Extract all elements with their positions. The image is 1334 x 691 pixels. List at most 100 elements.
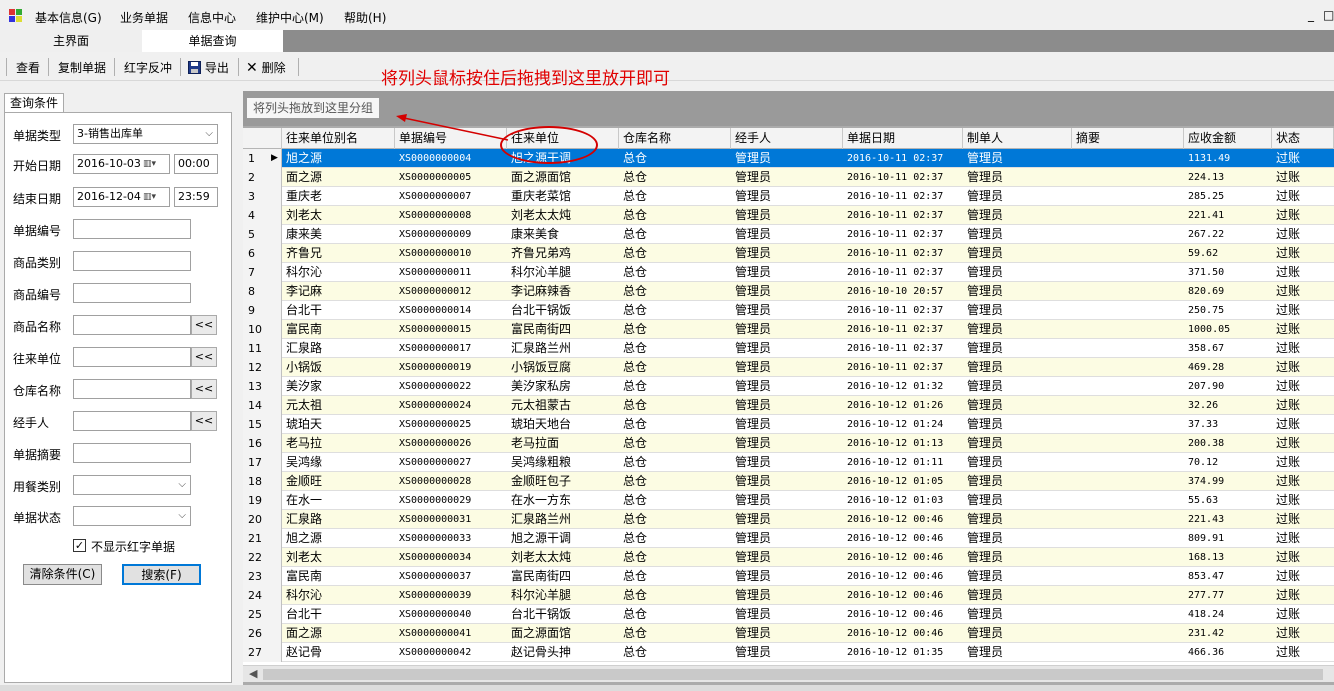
menu-info-center[interactable]: 信息中心 bbox=[188, 9, 236, 26]
product-name-input[interactable] bbox=[73, 315, 191, 335]
table-row[interactable]: 8 李记麻 XS0000000012 李记麻辣香 总仓 管理员 2016-10-10 20:… bbox=[243, 282, 1334, 301]
table-row[interactable]: 21 旭之源 XS0000000033 旭之源干调 总仓 管理员 2016-10-12 00… bbox=[243, 529, 1334, 548]
partner-cell[interactable]: 重庆老菜馆 bbox=[507, 187, 619, 206]
receivable-cell[interactable]: 168.13 bbox=[1184, 548, 1272, 567]
summary-cell[interactable] bbox=[1072, 643, 1184, 662]
summary-cell[interactable] bbox=[1072, 168, 1184, 187]
doc-date-cell[interactable]: 2016-10-12 00:46 bbox=[843, 548, 963, 567]
handler-cell[interactable]: 管理员 bbox=[731, 529, 843, 548]
partner-alias-cell[interactable]: 科尔沁 bbox=[282, 263, 395, 282]
doc-date-cell[interactable]: 2016-10-11 02:37 bbox=[843, 225, 963, 244]
handler-cell[interactable]: 管理员 bbox=[731, 377, 843, 396]
row-number[interactable]: 20 bbox=[243, 510, 282, 529]
status-cell[interactable]: 过账 bbox=[1272, 187, 1334, 206]
doc-date-cell[interactable]: 2016-10-12 01:13 bbox=[843, 434, 963, 453]
table-row[interactable]: 24 科尔沁 XS0000000039 科尔沁羊腿 总仓 管理员 2016-10-12 00… bbox=[243, 586, 1334, 605]
table-row[interactable]: 5 康来美 XS0000000009 康来美食 总仓 管理员 2016-10-11 02:3… bbox=[243, 225, 1334, 244]
doc-date-cell[interactable]: 2016-10-12 00:46 bbox=[843, 529, 963, 548]
summary-cell[interactable] bbox=[1072, 529, 1184, 548]
table-row[interactable]: 20 汇泉路 XS0000000031 汇泉路兰州 总仓 管理员 2016-10-12 00… bbox=[243, 510, 1334, 529]
handler-cell[interactable]: 管理员 bbox=[731, 149, 843, 168]
row-number[interactable]: 16 bbox=[243, 434, 282, 453]
menu-maintenance[interactable]: 维护中心(M) bbox=[256, 9, 324, 26]
doc-date-cell[interactable]: 2016-10-11 02:37 bbox=[843, 206, 963, 225]
warehouse-cell[interactable]: 总仓 bbox=[619, 472, 731, 491]
receivable-cell[interactable]: 469.28 bbox=[1184, 358, 1272, 377]
row-number[interactable]: 13 bbox=[243, 377, 282, 396]
receivable-cell[interactable]: 809.91 bbox=[1184, 529, 1272, 548]
col-receivable-header[interactable]: 应收金额 bbox=[1184, 128, 1272, 149]
partner-alias-cell[interactable]: 刘老太 bbox=[282, 206, 395, 225]
row-number[interactable]: 9 bbox=[243, 301, 282, 320]
row-number[interactable]: 22 bbox=[243, 548, 282, 567]
doc-type-select[interactable]: 3-销售出库单 ⌵ bbox=[73, 124, 218, 144]
summary-cell[interactable] bbox=[1072, 301, 1184, 320]
summary-cell[interactable] bbox=[1072, 358, 1184, 377]
doc-no-input[interactable] bbox=[73, 219, 191, 239]
creator-cell[interactable]: 管理员 bbox=[963, 643, 1072, 662]
handler-cell[interactable]: 管理员 bbox=[731, 624, 843, 643]
maximize-button[interactable]: □ bbox=[1323, 8, 1334, 22]
doc-date-cell[interactable]: 2016-10-12 01:32 bbox=[843, 377, 963, 396]
creator-cell[interactable]: 管理员 bbox=[963, 225, 1072, 244]
table-row[interactable]: 3 重庆老 XS0000000007 重庆老菜馆 总仓 管理员 2016-10-11 02:… bbox=[243, 187, 1334, 206]
col-doc-date-header[interactable]: 单据日期 bbox=[843, 128, 963, 149]
summary-cell[interactable] bbox=[1072, 377, 1184, 396]
handler-cell[interactable]: 管理员 bbox=[731, 301, 843, 320]
col-status-header[interactable]: 状态 bbox=[1272, 128, 1334, 149]
handler-cell[interactable]: 管理员 bbox=[731, 206, 843, 225]
partner-alias-cell[interactable]: 在水一 bbox=[282, 491, 395, 510]
row-number[interactable]: 4 bbox=[243, 206, 282, 225]
warehouse-cell[interactable]: 总仓 bbox=[619, 358, 731, 377]
summary-cell[interactable] bbox=[1072, 206, 1184, 225]
doc-date-cell[interactable]: 2016-10-11 02:37 bbox=[843, 149, 963, 168]
receivable-cell[interactable]: 32.26 bbox=[1184, 396, 1272, 415]
table-row[interactable]: 17 吴鸿缘 XS0000000027 吴鸿缘粗粮 总仓 管理员 2016-10-12 01… bbox=[243, 453, 1334, 472]
receivable-cell[interactable]: 1000.05 bbox=[1184, 320, 1272, 339]
summary-cell[interactable] bbox=[1072, 415, 1184, 434]
warehouse-cell[interactable]: 总仓 bbox=[619, 453, 731, 472]
row-number[interactable]: 24 bbox=[243, 586, 282, 605]
minimize-button[interactable]: _ bbox=[1308, 8, 1314, 22]
row-number[interactable]: 25 bbox=[243, 605, 282, 624]
summary-cell[interactable] bbox=[1072, 510, 1184, 529]
handler-cell[interactable]: 管理员 bbox=[731, 225, 843, 244]
table-row[interactable]: 12 小锅饭 XS0000000019 小锅饭豆腐 总仓 管理员 2016-10-11 02… bbox=[243, 358, 1334, 377]
partner-cell[interactable]: 面之源面馆 bbox=[507, 168, 619, 187]
summary-cell[interactable] bbox=[1072, 263, 1184, 282]
row-number[interactable]: 19 bbox=[243, 491, 282, 510]
table-row[interactable]: 16 老马拉 XS0000000026 老马拉面 总仓 管理员 2016-10-12 01:… bbox=[243, 434, 1334, 453]
receivable-cell[interactable]: 1131.49 bbox=[1184, 149, 1272, 168]
partner-cell[interactable]: 汇泉路兰州 bbox=[507, 510, 619, 529]
partner-alias-cell[interactable]: 元太祖 bbox=[282, 396, 395, 415]
row-number[interactable]: 2 bbox=[243, 168, 282, 187]
status-cell[interactable]: 过账 bbox=[1272, 605, 1334, 624]
partner-cell[interactable]: 李记麻辣香 bbox=[507, 282, 619, 301]
calendar-icon[interactable]: ▥▾ bbox=[143, 155, 167, 173]
table-row[interactable]: 1 ▶ 旭之源 XS0000000004 旭之源干调 总仓 管理员 2016-10-11 02… bbox=[243, 149, 1334, 168]
partner-alias-cell[interactable]: 康来美 bbox=[282, 225, 395, 244]
partner-cell[interactable]: 吴鸿缘粗粮 bbox=[507, 453, 619, 472]
row-number[interactable]: 8 bbox=[243, 282, 282, 301]
row-number[interactable]: 17 bbox=[243, 453, 282, 472]
partner-alias-cell[interactable]: 汇泉路 bbox=[282, 510, 395, 529]
doc-date-cell[interactable]: 2016-10-12 01:35 bbox=[843, 643, 963, 662]
doc-date-cell[interactable]: 2016-10-11 02:37 bbox=[843, 187, 963, 206]
creator-cell[interactable]: 管理员 bbox=[963, 491, 1072, 510]
doc-no-cell[interactable]: XS0000000024 bbox=[395, 396, 507, 415]
col-handler-header[interactable]: 经手人 bbox=[731, 128, 843, 149]
receivable-cell[interactable]: 853.47 bbox=[1184, 567, 1272, 586]
partner-cell[interactable]: 琥珀天地台 bbox=[507, 415, 619, 434]
partner-input[interactable] bbox=[73, 347, 191, 367]
table-row[interactable]: 15 琥珀天 XS0000000025 琥珀天地台 总仓 管理员 2016-10-12 01… bbox=[243, 415, 1334, 434]
doc-no-cell[interactable]: XS0000000040 bbox=[395, 605, 507, 624]
handler-cell[interactable]: 管理员 bbox=[731, 358, 843, 377]
partner-cell[interactable]: 小锅饭豆腐 bbox=[507, 358, 619, 377]
status-cell[interactable]: 过账 bbox=[1272, 453, 1334, 472]
product-name-picker-button[interactable]: << bbox=[191, 315, 217, 335]
doc-date-cell[interactable]: 2016-10-12 01:11 bbox=[843, 453, 963, 472]
partner-alias-cell[interactable]: 李记麻 bbox=[282, 282, 395, 301]
receivable-cell[interactable]: 231.42 bbox=[1184, 624, 1272, 643]
status-cell[interactable]: 过账 bbox=[1272, 206, 1334, 225]
col-doc-no-header[interactable]: 单据编号 bbox=[395, 128, 507, 149]
